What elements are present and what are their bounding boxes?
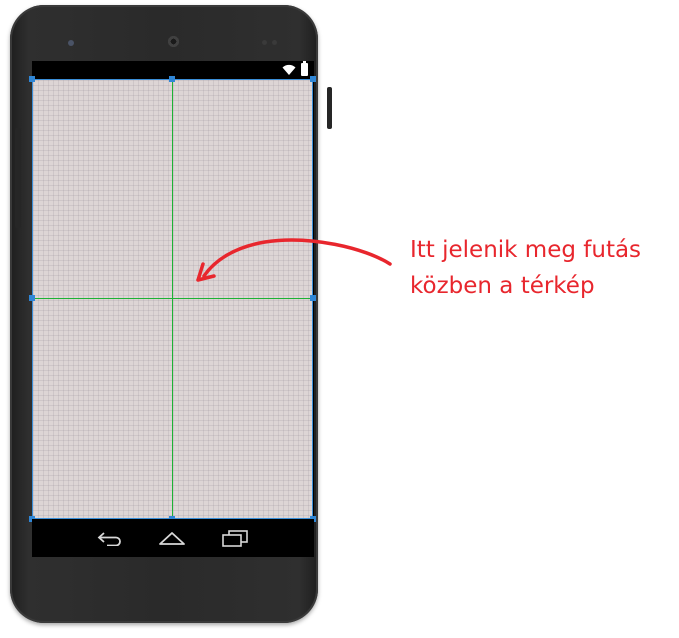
annotation-arrow-icon xyxy=(196,238,392,282)
annotation-line-1: Itt jelenik meg futás xyxy=(410,237,642,263)
resize-handle-left[interactable] xyxy=(29,295,35,301)
front-sensor-icon xyxy=(68,40,74,46)
vertical-center-guide xyxy=(172,80,173,518)
back-button[interactable] xyxy=(95,527,125,549)
navigation-bar xyxy=(32,519,314,557)
light-sensor-icon xyxy=(272,40,277,45)
phone-screen xyxy=(29,61,316,557)
back-icon xyxy=(97,532,121,546)
power-button xyxy=(15,128,21,228)
recents-icon xyxy=(222,530,248,547)
annotation-label: Itt jelenik meg futás közben a térkép xyxy=(410,232,641,304)
resize-handle-top-right[interactable] xyxy=(310,76,316,82)
home-button[interactable] xyxy=(157,527,187,549)
wifi-icon xyxy=(282,64,296,75)
annotation-line-2: közben a térkép xyxy=(410,273,595,299)
horizontal-center-guide xyxy=(33,298,312,299)
map-fragment-placeholder[interactable] xyxy=(29,76,316,522)
recents-button[interactable] xyxy=(220,527,250,549)
proximity-sensor-icon xyxy=(262,40,267,45)
resize-handle-top[interactable] xyxy=(169,76,175,82)
resize-handle-right[interactable] xyxy=(310,295,316,301)
front-camera-icon xyxy=(167,35,180,48)
phone-frame xyxy=(10,5,332,623)
volume-button xyxy=(327,87,332,129)
resize-handle-top-left[interactable] xyxy=(29,76,35,82)
battery-icon xyxy=(301,61,308,76)
home-icon xyxy=(159,532,185,545)
